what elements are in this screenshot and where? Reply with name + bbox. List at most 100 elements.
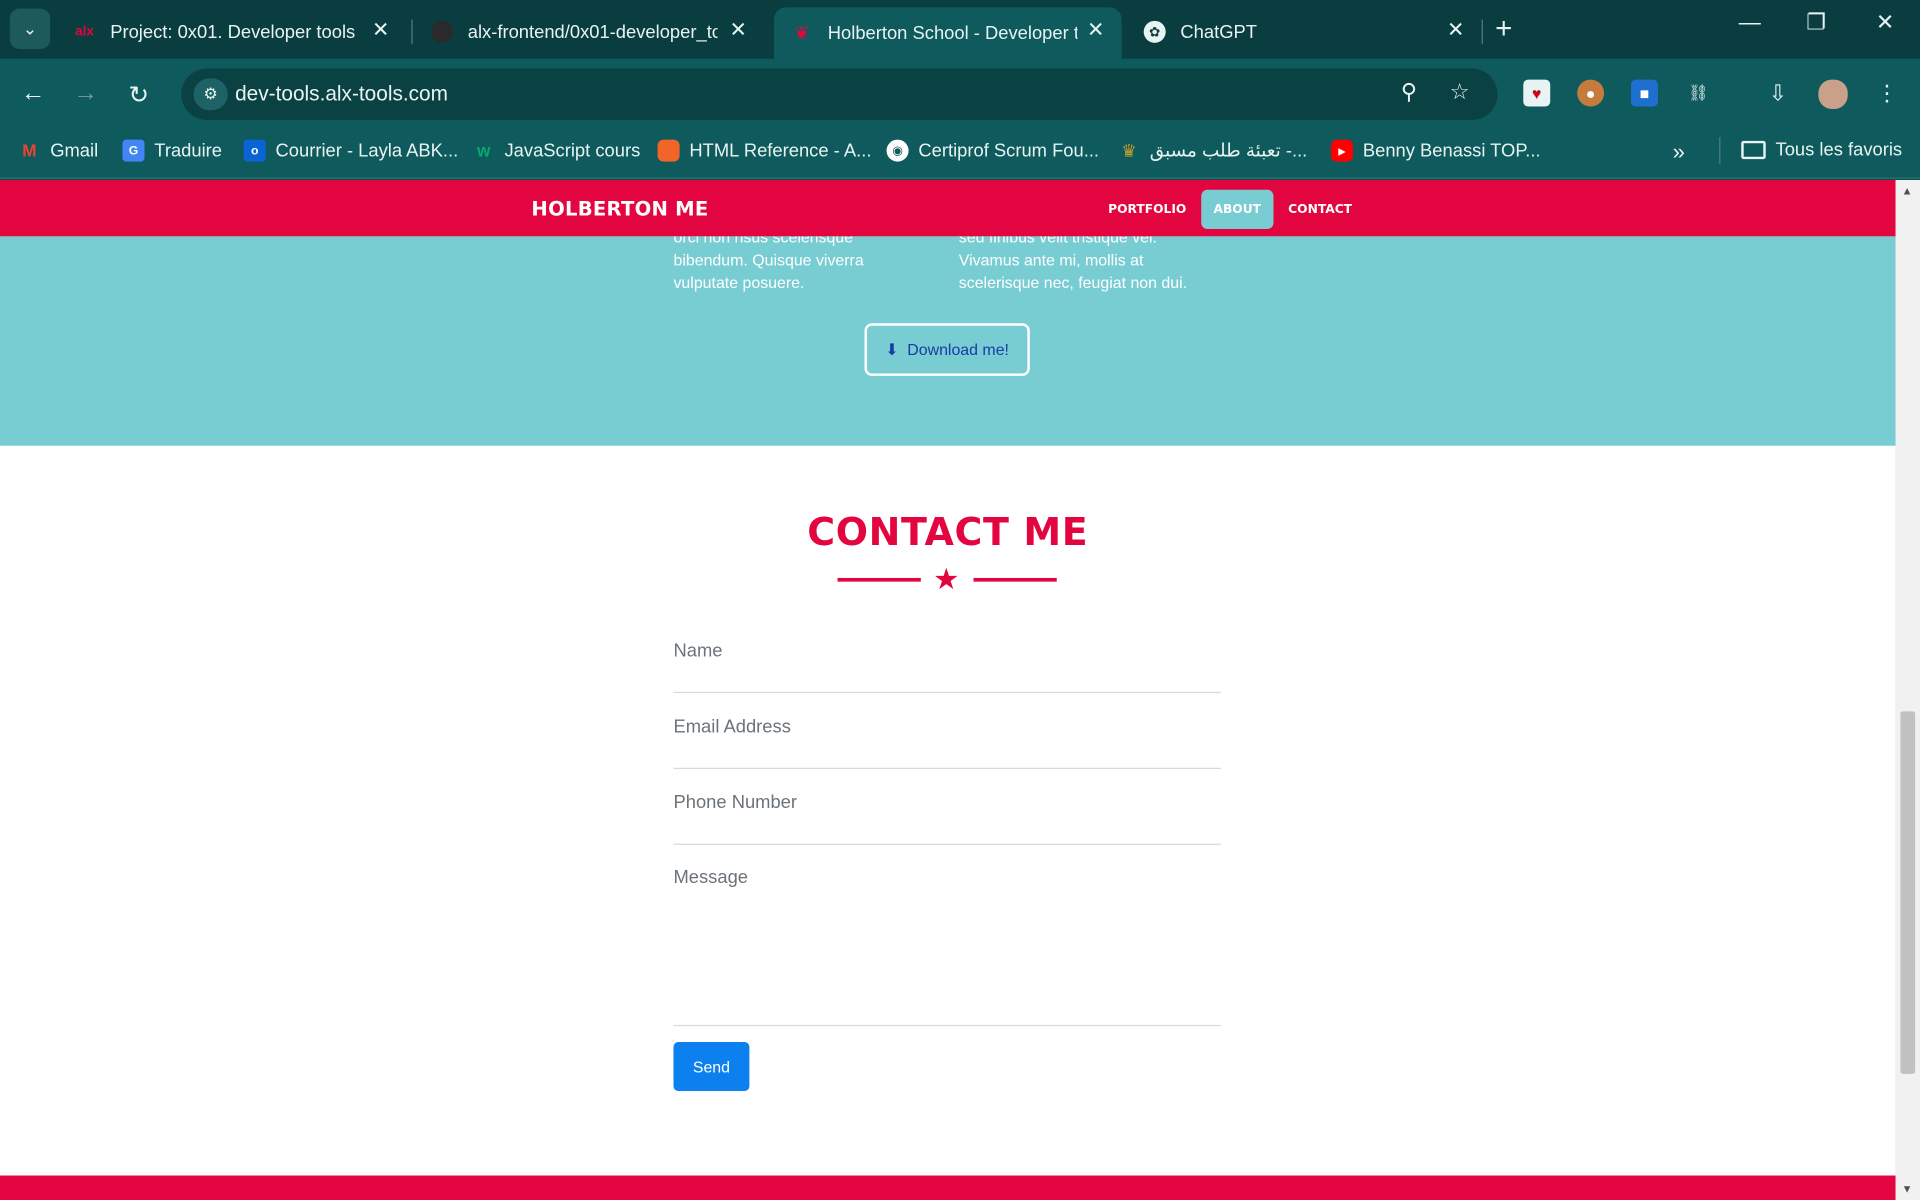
tab-title: Project: 0x01. Developer tools | — [110, 21, 361, 43]
name-placeholder: Name — [673, 640, 723, 662]
email-field[interactable]: Email Address — [673, 716, 1221, 769]
star-icon: ★ — [933, 563, 960, 597]
w3-icon: w — [477, 140, 491, 161]
reload-button[interactable]: ↻ — [129, 80, 150, 111]
translate-icon: G — [122, 139, 145, 162]
all-bookmarks-folder[interactable]: Tous les favoris — [1741, 140, 1902, 160]
address-bar[interactable]: ⚙ dev-tools.alx-tools.com ⚲ ☆ — [181, 68, 1498, 121]
bookmark-courrier[interactable]: o Courrier - Layla ABK... — [243, 139, 459, 162]
pocket-icon[interactable]: ♥ — [1523, 79, 1551, 107]
message-placeholder: Message — [673, 866, 749, 888]
divider-line-right — [973, 577, 1057, 582]
bookmark-label: تعبئة طلب مسبق -... — [1149, 140, 1308, 162]
chatgpt-icon: ✿ — [1143, 20, 1166, 43]
page-scrollbar[interactable]: ▲ ▼ — [1895, 180, 1920, 1200]
bookmark-label: Courrier - Layla ABK... — [275, 140, 459, 162]
phone-placeholder: Phone Number — [673, 792, 798, 814]
divider-line-left — [837, 577, 921, 582]
tab-github[interactable]: alx-frontend/0x01-developer_tc ✕ — [414, 7, 764, 56]
about-text-left: orci non risus scelerisque bibendum. Qui… — [673, 227, 864, 292]
extensions-puzzle-icon[interactable]: ⛓ — [1685, 80, 1712, 107]
tab-title: alx-frontend/0x01-developer_tc — [467, 21, 718, 43]
download-button[interactable]: ⬇ Download me! — [864, 323, 1030, 376]
message-field[interactable]: Message — [673, 866, 1221, 1027]
send-button[interactable]: Send — [673, 1042, 750, 1092]
arrow-left-icon: ← — [20, 79, 46, 107]
site-navbar: HOLBERTON ME PORTFOLIO ABOUT CONTACT — [0, 180, 1896, 237]
browser-toolbar: ← → ↻ ⚙ dev-tools.alx-tools.com ⚲ ☆ ♥ ● … — [0, 58, 1920, 130]
tab-title: ChatGPT — [1180, 21, 1257, 43]
outlook-icon: o — [243, 139, 266, 162]
nav-portfolio[interactable]: PORTFOLIO — [1096, 190, 1199, 229]
emblem-icon: ♛ — [1121, 140, 1137, 160]
bookmark-label: Certiprof Scrum Fou... — [918, 140, 1100, 162]
tab-strip: ⌄ alx Project: 0x01. Developer tools | ✕… — [0, 0, 1920, 59]
bookmarks-bar: M Gmail G Traduire o Courrier - Layla AB… — [0, 129, 1920, 179]
bookmark-label: JavaScript cours — [504, 140, 641, 162]
tab-separator — [1481, 19, 1483, 45]
restore-icon: ❐ — [1806, 9, 1826, 35]
bookmark-html-reference[interactable]: HTML Reference - A... — [657, 139, 871, 162]
download-label: Download me! — [907, 340, 1009, 359]
tab-holberton[interactable]: ❦ Holberton School - Developer t ✕ — [773, 7, 1122, 59]
site-info-icon[interactable]: ⚙ — [193, 78, 228, 111]
close-window-button[interactable]: ✕ — [1876, 10, 1894, 36]
gmail-icon: M — [22, 140, 37, 161]
tab-search-button[interactable]: ⌄ — [9, 8, 51, 49]
tab-project[interactable]: alx Project: 0x01. Developer tools | ✕ — [56, 7, 406, 56]
forward-button[interactable]: → — [73, 80, 97, 108]
screen: ⌄ alx Project: 0x01. Developer tools | ✕… — [0, 0, 1920, 1200]
extension-blue-icon[interactable]: ■ — [1631, 79, 1658, 107]
html-icon — [657, 139, 680, 162]
download-icon[interactable]: ⇩ — [1765, 80, 1792, 107]
minimize-icon: — — [1738, 9, 1761, 35]
tab-title: Holberton School - Developer t — [827, 22, 1078, 44]
tab-chatgpt[interactable]: ✿ ChatGPT ✕ — [1127, 7, 1482, 56]
url-text[interactable]: dev-tools.alx-tools.com — [235, 82, 448, 106]
close-icon: ✕ — [1875, 9, 1895, 35]
zoom-icon[interactable]: ⚲ — [1401, 80, 1417, 106]
alx-icon: alx — [75, 24, 94, 40]
close-icon[interactable]: ✕ — [1087, 18, 1104, 42]
globe-icon: ◉ — [886, 139, 909, 162]
restore-button[interactable]: ❐ — [1806, 10, 1826, 36]
close-icon[interactable]: ✕ — [1447, 18, 1464, 42]
about-text-right: sed finibus velit tristique vel. Vivamus… — [958, 227, 1188, 292]
bookmark-javascript[interactable]: w JavaScript cours — [473, 140, 641, 162]
kebab-menu-icon[interactable]: ⋮ — [1873, 80, 1900, 107]
close-icon[interactable]: ✕ — [729, 18, 746, 42]
scroll-down-arrow-icon[interactable]: ▼ — [1902, 1183, 1913, 1195]
avatar[interactable] — [1818, 79, 1848, 109]
bookmark-label: Gmail — [50, 140, 99, 162]
github-icon — [431, 20, 454, 43]
cookie-icon[interactable]: ● — [1577, 79, 1605, 107]
scroll-up-arrow-icon[interactable]: ▲ — [1902, 185, 1913, 197]
bookmark-arabic[interactable]: ♛ تعبئة طلب مسبق -... — [1118, 140, 1308, 162]
minimize-button[interactable]: — — [1739, 10, 1761, 36]
email-placeholder: Email Address — [673, 716, 791, 738]
bookmark-gmail[interactable]: M Gmail — [18, 140, 98, 162]
tab-separator — [411, 19, 413, 45]
phone-field[interactable]: Phone Number — [673, 792, 1221, 845]
bookmark-benny-benassi[interactable]: ▶ Benny Benassi TOP... — [1331, 139, 1541, 162]
contact-title: CONTACT ME — [807, 510, 1089, 555]
arrow-right-icon: → — [73, 79, 98, 107]
close-icon[interactable]: ✕ — [372, 18, 389, 42]
chevron-double-right-icon: » — [1672, 139, 1685, 165]
star-icon[interactable]: ☆ — [1450, 80, 1470, 106]
page-viewport: HOLBERTON ME PORTFOLIO ABOUT CONTACT orc… — [0, 180, 1896, 1200]
footer-band — [0, 1175, 1896, 1200]
name-field[interactable]: Name — [673, 640, 1221, 694]
nav-about[interactable]: ABOUT — [1201, 189, 1274, 229]
youtube-icon: ▶ — [1331, 139, 1354, 162]
nav-contact[interactable]: CONTACT — [1276, 190, 1364, 229]
bookmark-traduire[interactable]: G Traduire — [122, 139, 222, 162]
back-button[interactable]: ← — [21, 80, 45, 108]
bookmark-certiprof[interactable]: ◉ Certiprof Scrum Fou... — [886, 139, 1100, 162]
site-brand[interactable]: HOLBERTON ME — [531, 197, 708, 220]
new-tab-button[interactable]: + — [1495, 12, 1512, 46]
more-bookmarks-button[interactable]: » — [1673, 140, 1685, 166]
plus-icon: + — [1495, 12, 1513, 46]
scroll-thumb[interactable] — [1900, 711, 1916, 1074]
holberton-icon: ❦ — [794, 23, 810, 45]
